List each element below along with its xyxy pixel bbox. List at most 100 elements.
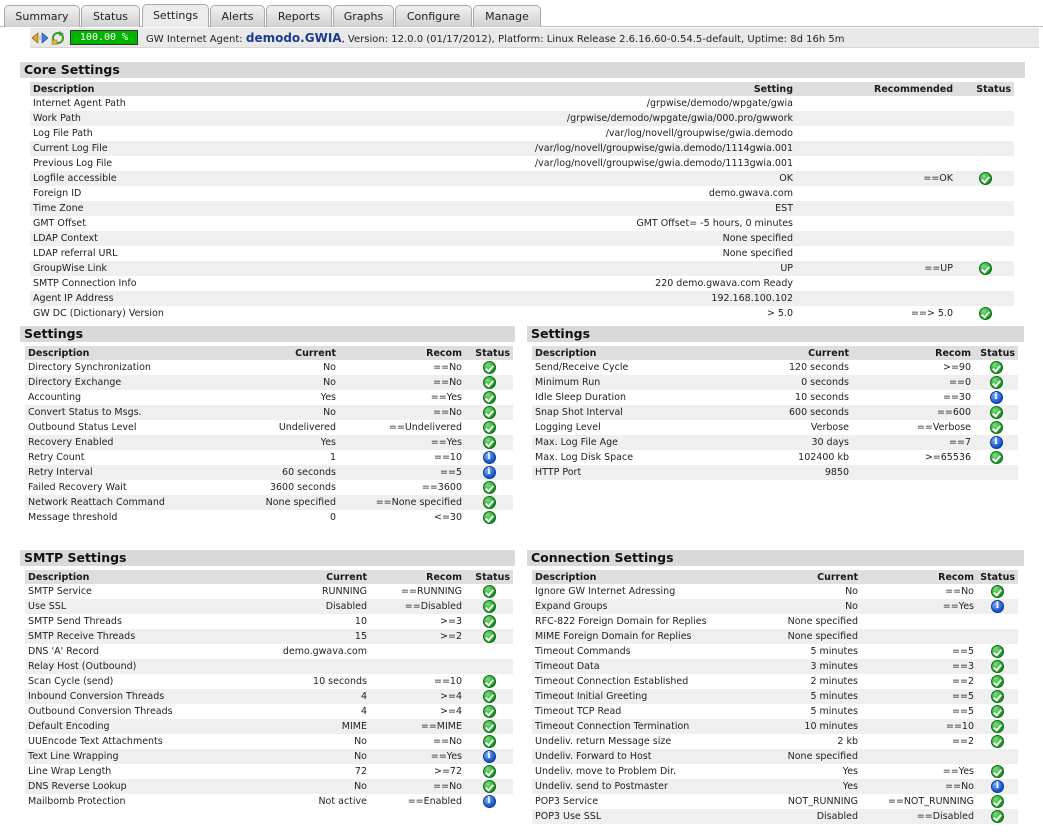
tab-summary[interactable]: Summary	[4, 5, 80, 27]
table-row: Snap Shot Interval 600 seconds ==600	[532, 405, 1018, 420]
status-info-icon[interactable]	[991, 600, 1004, 613]
cell-recom: ==5	[339, 465, 465, 480]
cell-status	[977, 644, 1018, 659]
status-info-icon[interactable]	[482, 451, 496, 464]
cell-current: No	[225, 779, 370, 794]
table-row: Previous Log File/var/log/novell/groupwi…	[30, 156, 1014, 171]
status-info-icon[interactable]	[989, 391, 1003, 404]
cell-description: Message threshold	[28, 512, 118, 523]
cell-description: Logfile accessible	[30, 171, 330, 186]
connection-settings-title: Connection Settings	[527, 550, 1024, 566]
table-row: Relay Host (Outbound)	[25, 659, 513, 674]
cell-status	[465, 629, 513, 644]
col-description: Description	[532, 570, 737, 584]
status-ok-icon	[482, 630, 496, 643]
status-ok-icon	[482, 406, 496, 419]
tab-reports[interactable]: Reports	[266, 5, 332, 27]
cell-status	[956, 111, 1014, 126]
cell-recom: ==3	[861, 659, 977, 674]
status-info-icon[interactable]	[482, 795, 496, 808]
status-info-icon[interactable]	[482, 466, 496, 479]
cell-recom: >=65536	[924, 452, 971, 463]
cell-recom: <=30	[433, 512, 462, 523]
cell-description: Max. Log Disk Space	[535, 452, 634, 463]
tab-configure[interactable]: Configure	[395, 5, 472, 27]
table-row: GroupWise Link UP ==UP	[30, 261, 1014, 276]
cell-current: Not active	[318, 796, 367, 807]
cell-status	[956, 171, 1014, 186]
status-ok-icon	[978, 262, 992, 275]
col-status: Status	[956, 82, 1014, 96]
cell-recom: ==Enabled	[407, 796, 462, 807]
table-row: Message threshold 0 <=30	[25, 510, 513, 525]
table-row: LDAP referral URL None specified	[30, 246, 1014, 261]
cell-recom	[370, 659, 465, 674]
settings-right-table: Description Current Recom Status Send/Re…	[532, 346, 1018, 480]
tab-settings[interactable]: Settings	[142, 4, 209, 27]
arrows-icon[interactable]	[32, 31, 48, 45]
tab-alerts[interactable]: Alerts	[210, 5, 265, 27]
status-info-icon[interactable]	[482, 750, 496, 763]
col-current: Current	[225, 570, 370, 584]
table-row: DNS Reverse Lookup No ==No	[25, 779, 513, 794]
cell-recom: ==RUNNING	[401, 586, 462, 597]
cell-description: Use SSL	[25, 599, 225, 614]
tab-manage[interactable]: Manage	[473, 5, 541, 27]
tab-status[interactable]: Status	[81, 5, 140, 27]
cell-status	[465, 390, 513, 405]
status-ok-icon	[991, 810, 1004, 823]
status-ok-icon	[978, 307, 992, 320]
status-ok-icon	[989, 376, 1003, 389]
status-info-icon[interactable]	[991, 780, 1004, 793]
cell-description: RFC-822 Foreign Domain for Replies	[535, 616, 707, 627]
cell-description: GroupWise Link	[30, 261, 330, 276]
cell-recom: ==MIME	[370, 719, 465, 734]
cell-status	[465, 420, 513, 435]
cell-description: Undeliv. Forward to Host	[532, 749, 737, 764]
agent-info-bar: 100.00 % GW Internet Agent: demodo.GWIA,…	[30, 28, 1039, 48]
cell-status	[974, 360, 1018, 375]
table-row: Retry Interval 60 seconds ==5	[25, 465, 513, 480]
status-ok-icon	[978, 172, 992, 185]
cell-description: Network Reattach Command	[25, 495, 215, 510]
cell-status	[465, 704, 513, 719]
status-ok-icon	[482, 511, 496, 524]
settings-right-body: Send/Receive Cycle 120 seconds >=90 Minimum…	[532, 360, 1018, 480]
agent-name[interactable]: demodo.GWIA	[246, 31, 342, 45]
status-ok-icon	[482, 481, 496, 494]
table-row: Scan Cycle (send) 10 seconds ==10	[25, 674, 513, 689]
col-status: Status	[977, 570, 1018, 584]
cell-recom: ==2	[952, 736, 974, 747]
cell-current: demo.gwava.com	[282, 646, 367, 657]
status-ok-icon	[989, 421, 1003, 434]
cell-description: Foreign ID	[33, 188, 82, 199]
cell-status	[977, 584, 1018, 599]
col-current: Current	[215, 346, 339, 360]
table-row: SMTP Send Threads 10 >=3	[25, 614, 513, 629]
cell-current: 2 minutes	[810, 676, 858, 687]
tab-graphs[interactable]: Graphs	[333, 5, 394, 27]
cell-recommended	[796, 276, 956, 291]
cell-status	[465, 734, 513, 749]
refresh-icon[interactable]	[50, 31, 66, 45]
cell-recommended	[796, 156, 956, 171]
cell-status	[956, 126, 1014, 141]
table-row: Ignore GW Internet Adressing No ==No	[532, 584, 1018, 599]
cell-description: Outbound Status Level	[28, 422, 137, 433]
status-ok-icon	[991, 765, 1004, 778]
cell-recom: ==5	[952, 646, 974, 657]
cell-status	[974, 375, 1018, 390]
table-row: Time Zone EST	[30, 201, 1014, 216]
smtp-settings-panel: SMTP Settings Description Current Recom …	[20, 550, 515, 809]
col-status: Status	[465, 346, 513, 360]
cell-description: Timeout Connection Established	[535, 676, 689, 687]
cell-recom: ==Yes	[339, 435, 465, 450]
agent-info-prefix: GW Internet Agent:	[146, 34, 246, 45]
status-ok-icon	[991, 705, 1004, 718]
cell-current: Yes	[842, 766, 858, 777]
cell-recom: ==Yes	[430, 392, 462, 403]
status-info-icon[interactable]	[989, 436, 1003, 449]
cell-current: 102400 kb	[798, 452, 849, 463]
cell-current: 5 minutes	[810, 706, 858, 717]
col-current: Current	[737, 570, 861, 584]
